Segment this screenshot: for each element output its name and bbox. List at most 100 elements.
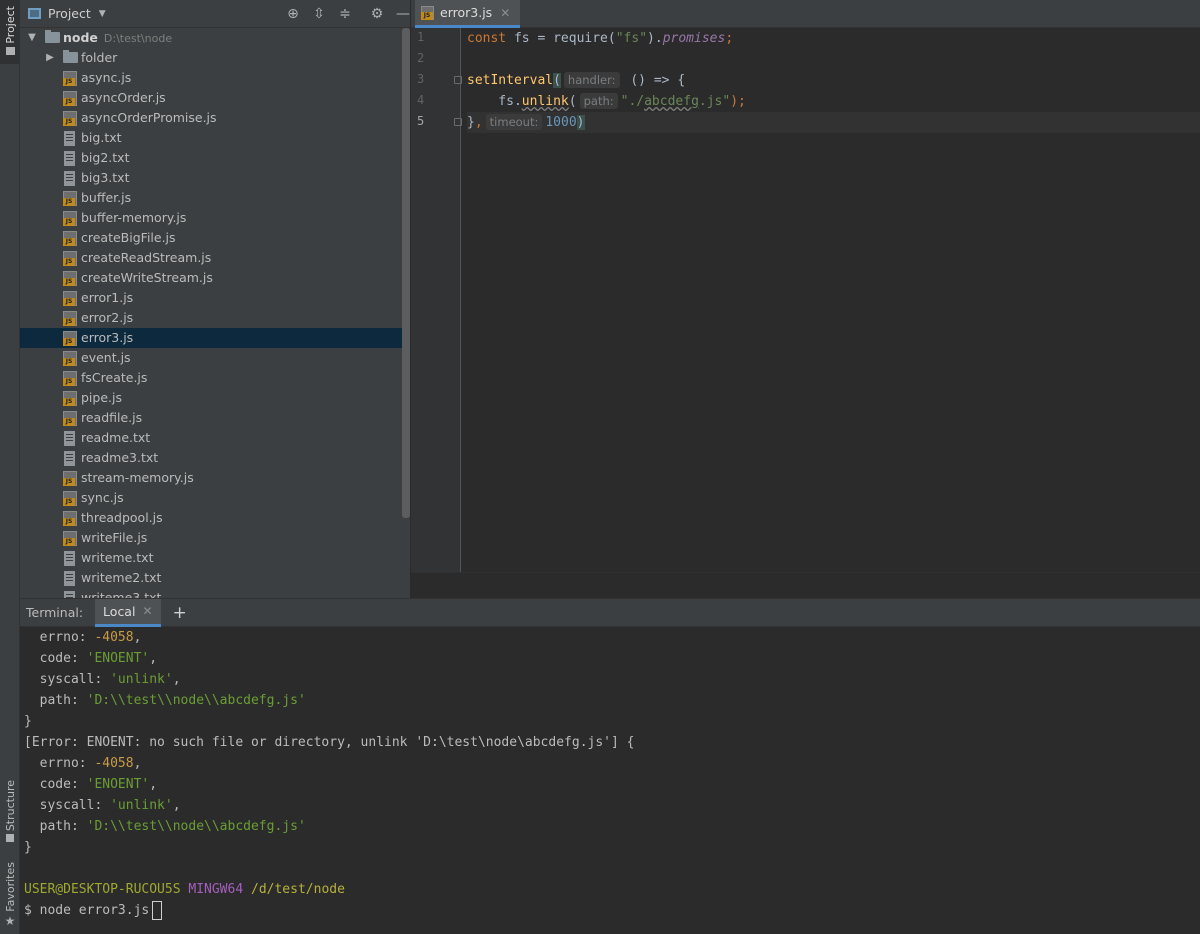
tree-file-item[interactable]: JS createWriteStream.js (20, 268, 402, 288)
chevron-down-icon[interactable]: ▼ (26, 28, 38, 48)
terminal-text: , (133, 630, 142, 645)
close-icon[interactable]: ✕ (500, 6, 510, 20)
terminal-text: path: (24, 819, 87, 834)
chevron-right-icon[interactable]: ▶ (44, 48, 56, 68)
code-token: ; (725, 31, 734, 46)
terminal-text: code: (24, 777, 87, 792)
code-token: unlink (521, 94, 569, 109)
tree-file-item[interactable]: JS pipe.js (20, 388, 402, 408)
tree-file-item[interactable]: JS error3.js (20, 328, 402, 348)
code-token: } (467, 115, 475, 130)
tree-file-item[interactable]: big2.txt (20, 148, 402, 168)
text-file-icon (64, 551, 75, 566)
gear-icon[interactable]: ⚙ (364, 6, 390, 22)
project-tree-scrollbar[interactable] (402, 28, 410, 518)
tree-file-item[interactable]: writeme2.txt (20, 568, 402, 588)
tree-file-item[interactable]: JS asyncOrderPromise.js (20, 108, 402, 128)
prompt-user: USER@DESKTOP-RUCOU5S (24, 882, 181, 897)
favorites-tool-button[interactable]: Favorites ★ (0, 862, 20, 928)
folder-icon (5, 46, 15, 55)
terminal-tab-label: Local (103, 603, 136, 619)
structure-tool-button[interactable]: Structure (0, 780, 20, 845)
code-editor[interactable]: const fs = require("fs").promises; setIn… (467, 28, 1200, 572)
tree-file-item[interactable]: JS buffer.js (20, 188, 402, 208)
js-file-icon: JS (63, 391, 77, 406)
tab-error3-js[interactable]: JS error3.js ✕ (415, 0, 521, 28)
code-token: const (467, 31, 507, 46)
terminal-output[interactable]: errno: -4058, code: 'ENOENT', syscall: '… (24, 627, 1194, 921)
structure-tool-label: Structure (3, 780, 17, 832)
code-token: promises (662, 31, 726, 46)
tree-file-item[interactable]: JS sync.js (20, 488, 402, 508)
project-tool-button[interactable]: Project (0, 0, 20, 64)
terminal-line: errno: -4058, (24, 627, 1194, 648)
terminal-text: syscall: (24, 798, 111, 813)
chevron-down-icon[interactable]: ▼ (99, 9, 106, 19)
tree-file-item[interactable]: JS readfile.js (20, 408, 402, 428)
tree-file-item[interactable]: JS error2.js (20, 308, 402, 328)
js-file-icon: JS (63, 531, 77, 546)
text-file-icon (64, 131, 75, 146)
terminal-text: path: (24, 693, 87, 708)
tab-label: error3.js (440, 5, 493, 20)
line-number-gutter: 1 2 3 4 5 (411, 28, 462, 572)
tree-file-label: error1.js (81, 290, 134, 305)
terminal-prompt-line: USER@DESKTOP-RUCOU5S MINGW64 /d/test/nod… (24, 879, 1194, 900)
editor-area: JS error3.js ✕ 1 2 3 4 5 const fs = requ… (411, 0, 1200, 598)
tree-file-item[interactable]: JS asyncOrder.js (20, 88, 402, 108)
terminal-tab-local[interactable]: Local ✕ (95, 598, 161, 627)
tree-file-item[interactable]: big3.txt (20, 168, 402, 188)
text-file-icon (64, 571, 75, 586)
tree-root-node[interactable]: ▼ node D:\test\node (20, 28, 402, 48)
tree-file-label: readfile.js (81, 410, 143, 425)
fold-marker-icon[interactable] (454, 76, 462, 84)
tree-file-item[interactable]: JS createBigFile.js (20, 228, 402, 248)
tree-file-item[interactable]: big.txt (20, 128, 402, 148)
text-file-icon (64, 451, 75, 466)
tree-folder-item[interactable]: ▶ folder (20, 48, 402, 68)
tree-file-item[interactable]: JS stream-memory.js (20, 468, 402, 488)
locate-file-icon[interactable]: ⊕ (280, 6, 306, 22)
tree-file-item[interactable]: JS async.js (20, 68, 402, 88)
js-file-icon: JS (63, 471, 77, 486)
terminal-panel: Terminal: Local ✕ + errno: -4058, code: … (20, 598, 1200, 934)
tree-file-item[interactable]: JS buffer-memory.js (20, 208, 402, 228)
js-file-icon: JS (63, 231, 77, 246)
expand-all-icon[interactable]: ⇳ (306, 6, 332, 22)
tree-file-item[interactable]: writeme.txt (20, 548, 402, 568)
tree-file-item[interactable]: JS fsCreate.js (20, 368, 402, 388)
tree-file-label: pipe.js (81, 390, 122, 405)
project-panel-header: Project ▼ ⊕ ⇳ ≑ ⚙ — (20, 0, 410, 28)
tree-file-label: fsCreate.js (81, 370, 148, 385)
project-view-selector[interactable]: Project (48, 6, 91, 21)
tree-file-item[interactable]: readme.txt (20, 428, 402, 448)
tree-file-item[interactable]: writeme3.txt (20, 588, 402, 598)
tree-file-item[interactable]: JS createReadStream.js (20, 248, 402, 268)
tree-file-label: createBigFile.js (81, 230, 176, 245)
favorites-tool-label: Favorites (3, 862, 17, 912)
code-token: fs = require( (506, 31, 616, 46)
fold-marker-icon[interactable] (454, 118, 462, 126)
terminal-text: 'D:\\test\\node\\abcdefg.js' (86, 819, 306, 834)
tree-file-label: sync.js (81, 490, 124, 505)
line-number: 2 (417, 51, 425, 65)
tree-file-item[interactable]: readme3.txt (20, 448, 402, 468)
text-file-icon (64, 431, 75, 446)
terminal-title: Terminal: (26, 605, 84, 620)
close-icon[interactable]: ✕ (142, 604, 152, 618)
folder-icon (45, 30, 60, 43)
parameter-hint: timeout: (485, 114, 543, 130)
tree-file-label: buffer.js (81, 190, 132, 205)
editor-bottom-area (411, 572, 1200, 598)
terminal-cursor[interactable] (152, 901, 163, 920)
tree-file-item[interactable]: JS error1.js (20, 288, 402, 308)
terminal-text: 'unlink' (110, 672, 173, 687)
tree-file-item[interactable]: JS event.js (20, 348, 402, 368)
tree-file-item[interactable]: JS writeFile.js (20, 528, 402, 548)
js-file-icon: JS (63, 331, 77, 346)
tree-file-item[interactable]: JS threadpool.js (20, 508, 402, 528)
collapse-all-icon[interactable]: ≑ (332, 6, 358, 22)
add-terminal-icon[interactable]: + (173, 603, 187, 623)
line-number: 5 (417, 114, 425, 128)
tree-file-label: error3.js (81, 330, 134, 345)
